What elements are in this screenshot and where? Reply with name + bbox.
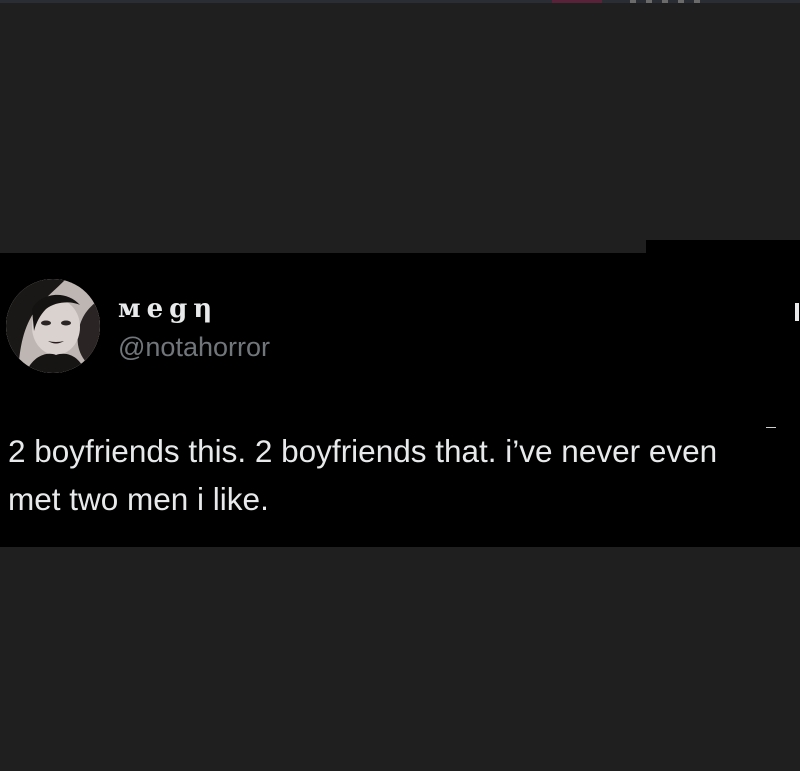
avatar[interactable] <box>6 279 100 373</box>
author-handle[interactable]: @notahorror <box>118 331 270 363</box>
screenshot-canvas: мegη @notahorror 2 boyfriends this. 2 bo… <box>0 0 800 771</box>
crop-edge-mark <box>795 303 799 321</box>
profile-photo-icon <box>6 279 100 373</box>
screenshot-crop-edge <box>646 240 800 254</box>
top-bar-indicator <box>630 0 710 3</box>
author-display-name[interactable]: мegη <box>118 293 218 325</box>
tweet-card[interactable]: мegη @notahorror 2 boyfriends this. 2 bo… <box>0 253 800 547</box>
tweet-body-text: 2 boyfriends this. 2 boyfriends that. i’… <box>8 433 718 517</box>
top-bar-accent <box>552 0 602 3</box>
